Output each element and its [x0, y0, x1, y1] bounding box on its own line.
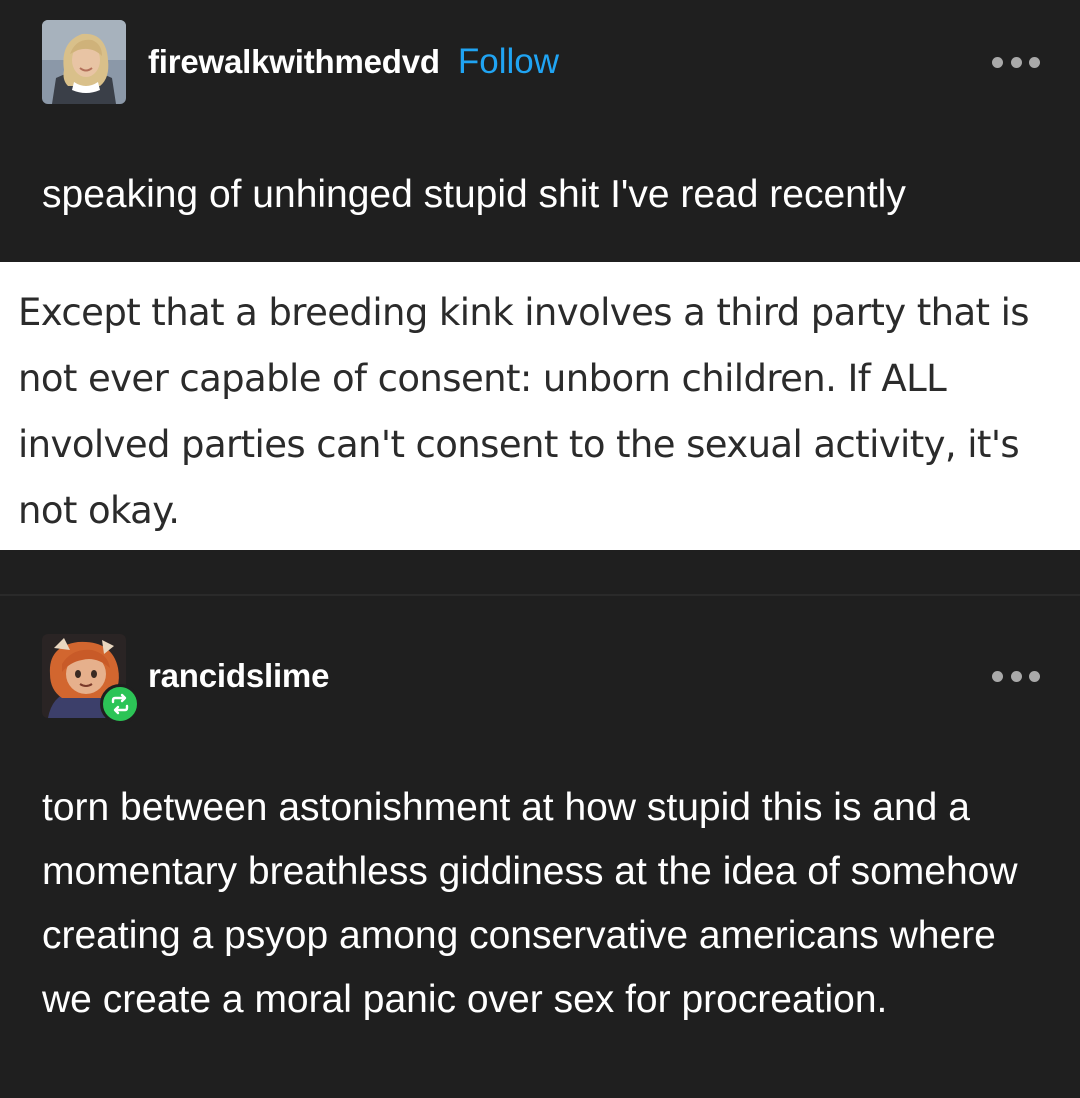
more-dot: [1029, 670, 1040, 682]
avatar-container: [42, 634, 140, 724]
more-dot: [992, 670, 1003, 682]
reblog-arrows-icon: [111, 693, 129, 715]
username[interactable]: firewalkwithmedvd: [148, 43, 440, 81]
post-text: speaking of unhinged stupid shit I've re…: [42, 173, 906, 216]
more-dot: [1010, 56, 1022, 68]
avatar[interactable]: [42, 20, 126, 104]
avatar-photo: [42, 20, 126, 104]
reblog-icon: [100, 684, 140, 724]
more-dot: [1029, 56, 1040, 68]
post-header: firewalkwithmedvd Follow: [42, 20, 1040, 104]
more-horizontal-icon[interactable]: [992, 666, 1040, 686]
post-header: rancidslime: [42, 634, 1040, 724]
quoted-image-text: Except that a breeding kink involves a t…: [18, 291, 1030, 532]
post-firewalkwithmedvd: firewalkwithmedvd Follow speaking of unh…: [0, 0, 1080, 592]
more-dot: [992, 56, 1003, 68]
post-rancidslime: rancidslime torn between astonishment at…: [0, 594, 1080, 1098]
follow-button[interactable]: Follow: [458, 42, 559, 82]
username[interactable]: rancidslime: [148, 657, 329, 695]
more-horizontal-icon[interactable]: [992, 52, 1040, 72]
post-text: torn between astonishment at how stupid …: [42, 786, 1018, 1021]
more-dot: [1010, 670, 1022, 682]
